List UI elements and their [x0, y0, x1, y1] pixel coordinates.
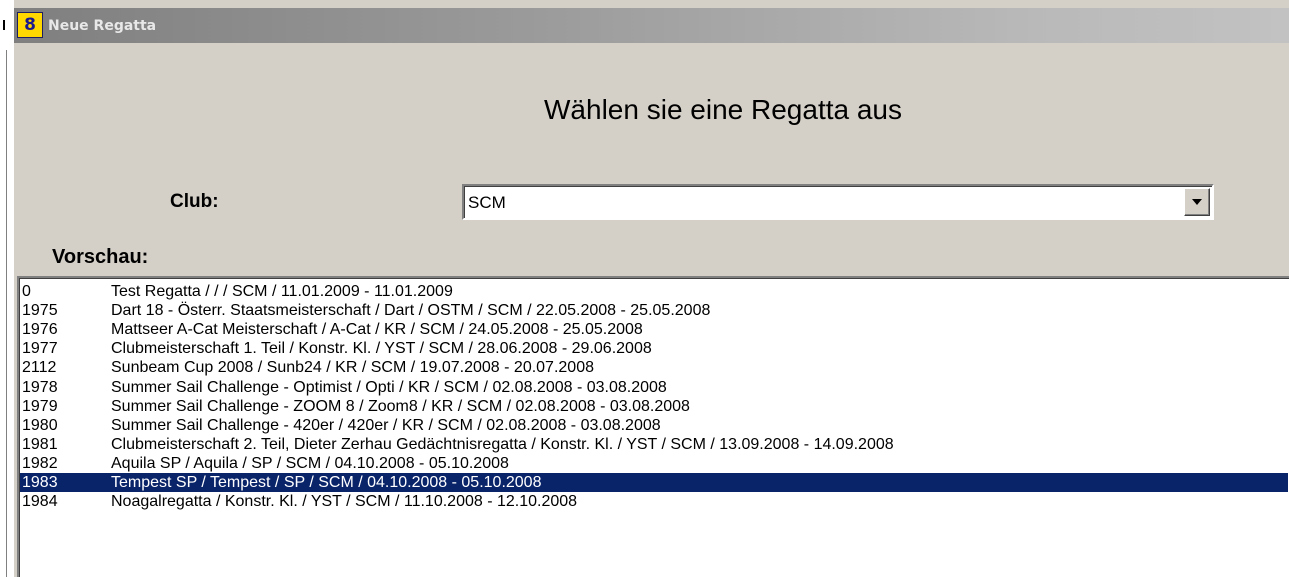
regatta-number: 1979: [22, 397, 58, 415]
regatta-description: Summer Sail Challenge - ZOOM 8 / Zoom8 /…: [111, 397, 690, 415]
regatta-number: 1977: [22, 340, 58, 358]
regatta-number: 1984: [22, 493, 58, 511]
regatta-number: 0: [22, 283, 31, 300]
regatta-description: Noagalregatta / Konstr. Kl. / YST / SCM …: [111, 493, 578, 511]
regatta-number: 1983: [22, 474, 58, 491]
regatta-description: Test Regatta / / / SCM / 11.01.2009 - 11…: [111, 283, 453, 300]
list-item[interactable]: 1980 Summer Sail Challenge - 420er / 420e…: [20, 416, 1288, 435]
regatta-number: 1976: [22, 321, 58, 339]
chevron-down-icon: [1192, 199, 1202, 205]
regatta-description: Sunbeam Cup 2008 / Sunb24 / KR / SCM / 1…: [111, 359, 594, 377]
list-item-selected[interactable]: 1983 Tempest SP / Tempest / SP / SCM / 04…: [20, 473, 1288, 492]
regatta-number: 1981: [22, 435, 58, 453]
background-window-divider: [6, 50, 7, 577]
list-item[interactable]: 1981 Clubmeisterschaft 2. Teil, Dieter Ze…: [20, 435, 1288, 454]
regatta-description: Mattseer A-Cat Meisterschaft / A-Cat / K…: [111, 321, 643, 339]
background-window-mark: [3, 20, 5, 30]
list-item[interactable]: 1977 Clubmeisterschaft 1. Teil / Konstr. …: [20, 339, 1288, 358]
regatta-number: 2112: [22, 359, 57, 377]
background-window-edge: [0, 0, 14, 577]
list-item[interactable]: 1978 Summer Sail Challenge - Optimist / O…: [20, 378, 1288, 397]
club-select[interactable]: SCM: [462, 184, 1214, 220]
regatta-description: Summer Sail Challenge - Optimist / Opti …: [111, 378, 667, 396]
club-select-value: SCM: [468, 193, 506, 212]
page-heading: Wählen sie eine Regatta aus: [544, 94, 902, 125]
list-item[interactable]: 1975 Dart 18 - Österr. Staatsmeisterschaf…: [20, 301, 1288, 320]
window-title: Neue Regatta: [48, 18, 157, 34]
regatta-description: Summer Sail Challenge - 420er / 420er / …: [111, 416, 661, 434]
regatta-number: 1975: [22, 302, 58, 320]
app-icon-glyph: 8: [24, 14, 36, 35]
list-item[interactable]: 2112 Sunbeam Cup 2008 / Sunb24 / KR / SCM…: [20, 358, 1288, 377]
club-label: Club:: [170, 191, 219, 212]
regatta-number: 1982: [22, 454, 58, 472]
regatta-description: Aquila SP / Aquila / SP / SCM / 04.10.20…: [111, 454, 509, 472]
dialog-window: 8 Neue Regatta Wählen sie eine Regatta a…: [14, 0, 1289, 577]
regatta-description: Clubmeisterschaft 2. Teil, Dieter Zerhau…: [111, 435, 894, 453]
regatta-description: Dart 18 - Österr. Staatsmeisterschaft / …: [111, 302, 711, 320]
title-bar[interactable]: 8 Neue Regatta: [14, 8, 1289, 43]
preview-label: Vorschau:: [52, 246, 149, 268]
list-item[interactable]: 0 Test Regatta / / / SCM / 11.01.2009 - 1…: [20, 282, 1288, 301]
regatta-number: 1980: [22, 416, 58, 434]
regatta-list[interactable]: 0 Test Regatta / / / SCM / 11.01.2009 - 1…: [17, 276, 1289, 577]
regatta-description: Clubmeisterschaft 1. Teil / Konstr. Kl. …: [111, 340, 652, 358]
list-item[interactable]: 1976 Mattseer A-Cat Meisterschaft / A-Cat…: [20, 320, 1288, 339]
app-icon[interactable]: 8: [17, 12, 43, 38]
regatta-description: Tempest SP / Tempest / SP / SCM / 04.10.…: [111, 474, 542, 491]
list-item[interactable]: 1979 Summer Sail Challenge - ZOOM 8 / Zoo…: [20, 397, 1288, 416]
list-item[interactable]: 1982 Aquila SP / Aquila / SP / SCM / 04.1…: [20, 454, 1288, 473]
club-dropdown-button[interactable]: [1184, 188, 1210, 216]
list-item[interactable]: 1984 Noagalregatta / Konstr. Kl. / YST / …: [20, 492, 1288, 511]
regatta-number: 1978: [22, 378, 58, 396]
